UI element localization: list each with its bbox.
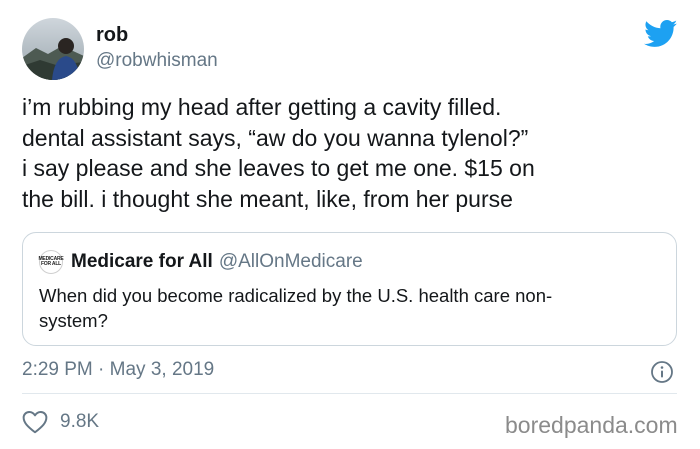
quoted-tweet-text: When did you become radicalized by the U… [39,283,659,333]
quoted-tweet-header: MEDICARE FOR ALL Medicare for All @AllOn… [38,250,363,274]
tweet-card: rob @robwhisman i’m rubbing my head afte… [0,0,700,449]
twitter-bird-icon[interactable] [644,20,678,48]
quoted-tweet[interactable]: MEDICARE FOR ALL Medicare for All @AllOn… [22,232,677,346]
divider [22,393,677,394]
tweet-text-line: i say please and she leaves to get me on… [22,155,535,181]
quoted-text-line: When did you become radicalized by the U… [39,285,553,306]
heart-icon [22,411,48,434]
tweet-text-line: i’m rubbing my head after getting a cavi… [22,94,502,120]
tweet-timestamp[interactable]: 2:29 PM · May 3, 2019 [22,359,214,381]
tweet-text: i’m rubbing my head after getting a cavi… [22,92,692,214]
quoted-author-handle[interactable]: @AllOnMedicare [219,251,363,273]
avatar[interactable] [22,18,84,80]
tweet-text-line: the bill. i thought she meant, like, fro… [22,185,513,212]
tweet-text-line: dental assistant says, “aw do you wanna … [22,124,529,151]
info-icon[interactable] [650,360,674,384]
quoted-avatar-text-2: FOR ALL [40,261,62,267]
quoted-author-name[interactable]: Medicare for All [71,251,213,273]
quoted-avatar[interactable]: MEDICARE FOR ALL [38,250,64,274]
author-name[interactable]: rob [96,24,128,47]
quoted-text-line: system? [39,310,108,331]
like-button[interactable]: 9.8K [22,410,99,434]
like-count: 9.8K [60,411,100,432]
watermark: boredpanda.com [505,412,678,438]
author-handle[interactable]: @robwhisman [96,50,218,72]
